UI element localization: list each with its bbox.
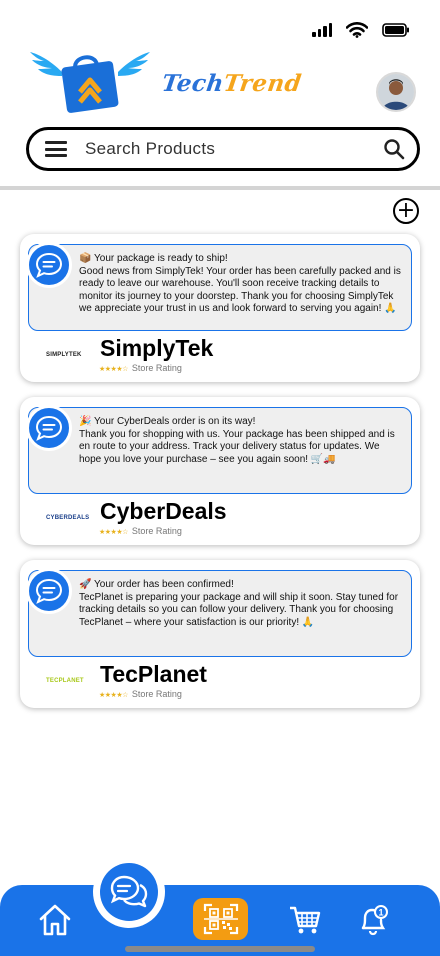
hamburger-menu-icon[interactable] <box>45 141 67 157</box>
search-icon[interactable] <box>383 138 405 160</box>
add-button[interactable]: + <box>393 198 419 224</box>
brand-wordmark: TechTrend <box>160 70 304 97</box>
message-title: 🎉 Your CyberDeals order is on its way! <box>79 416 256 427</box>
avatar-icon <box>378 74 414 110</box>
chat-bubble-icon <box>26 405 72 451</box>
message-body: Good news from SimplyTek! Your order has… <box>79 265 401 315</box>
cart-icon <box>290 906 321 934</box>
message-body: Thank you for shopping with us. Your pac… <box>79 428 395 465</box>
store-rating: ★★★★☆ Store Rating <box>99 689 182 699</box>
notification-count-badge: 1 <box>378 908 383 918</box>
search-input[interactable] <box>85 139 383 159</box>
nav-cart[interactable] <box>286 901 324 939</box>
shopping-bag-logo-icon[interactable] <box>28 48 152 114</box>
store-name[interactable]: CyberDeals <box>100 498 227 525</box>
rating-stars: ★★★★☆ <box>99 366 128 373</box>
nav-home[interactable] <box>36 901 74 939</box>
notification-bell-icon: 1 <box>361 905 388 936</box>
chat-fab-button[interactable] <box>93 856 165 928</box>
search-bar[interactable] <box>26 127 420 171</box>
rating-stars: ★★★★☆ <box>99 692 128 699</box>
store-name[interactable]: TecPlanet <box>100 661 207 688</box>
nav-notifications[interactable]: 1 <box>354 901 392 939</box>
rating-stars: ★★★★☆ <box>99 529 128 536</box>
home-icon <box>39 904 71 936</box>
qr-scan-button[interactable] <box>193 898 248 940</box>
qr-scan-icon <box>203 903 238 935</box>
message-title: 🚀 Your order has been confirmed! <box>79 579 234 590</box>
message-bubble: 📦 Your package is ready to ship! Good ne… <box>26 242 412 331</box>
plus-icon: + <box>396 198 416 223</box>
fab-inner <box>100 863 158 921</box>
signal-icon <box>312 23 332 37</box>
store-logo: CYBERDEALS <box>46 515 90 521</box>
chat-icon <box>110 875 148 908</box>
status-bar <box>312 22 410 38</box>
message-bubble: 🎉 Your CyberDeals order is on its way! T… <box>26 405 412 494</box>
home-indicator[interactable] <box>125 946 315 952</box>
store-name[interactable]: SimplyTek <box>100 335 213 362</box>
user-avatar[interactable] <box>376 72 416 112</box>
notification-card[interactable]: 🎉 Your CyberDeals order is on its way! T… <box>20 397 420 545</box>
message-title: 📦 Your package is ready to ship! <box>79 253 228 264</box>
store-logo: TECPLANET <box>46 678 84 684</box>
header-divider <box>0 186 440 190</box>
notification-card[interactable]: 🚀 Your order has been confirmed! TecPlan… <box>20 560 420 708</box>
wifi-icon <box>346 22 368 38</box>
app-header: TechTrend <box>0 48 440 118</box>
chat-bubble-icon <box>26 568 72 614</box>
battery-icon <box>382 23 409 37</box>
store-rating: ★★★★☆ Store Rating <box>99 526 182 536</box>
store-rating: ★★★★☆ Store Rating <box>99 363 182 373</box>
notification-card[interactable]: 📦 Your package is ready to ship! Good ne… <box>20 234 420 382</box>
message-bubble: 🚀 Your order has been confirmed! TecPlan… <box>26 568 412 657</box>
store-logo: SIMPLYTEK <box>46 352 82 358</box>
message-body: TecPlanet is preparing your package and … <box>79 591 399 628</box>
chat-bubble-icon <box>26 242 72 288</box>
